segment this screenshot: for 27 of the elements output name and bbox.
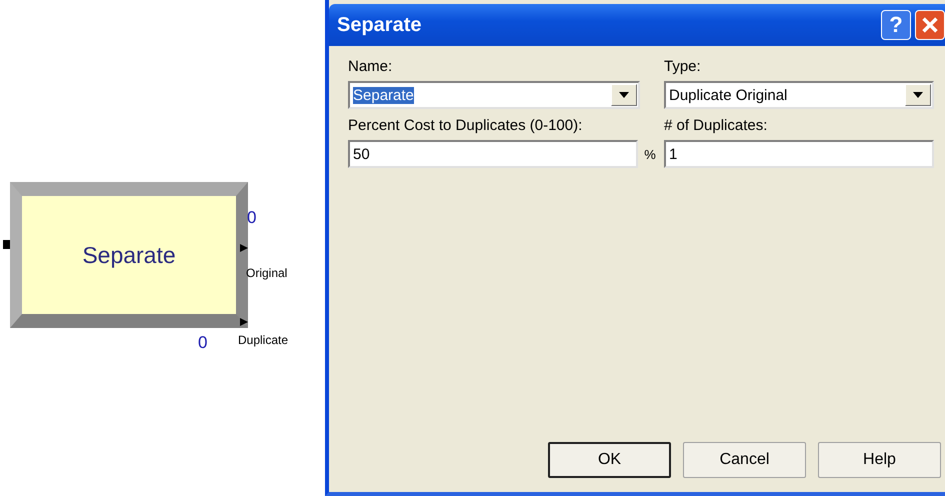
module-name: Separate [82,242,176,268]
field-label: Type: [664,58,702,75]
dropdown-field[interactable]: Duplicate Original [664,81,934,109]
entry-point [3,240,10,249]
unit-label: % [643,146,657,162]
exit-label: Duplicate [238,333,288,347]
exit-label: Original [246,266,288,280]
close-icon [922,17,938,33]
exit-count: 0 [198,333,208,353]
exit-arrow-icon [240,244,248,252]
window-title: Separate [337,14,422,36]
dialog-button[interactable]: OK [548,442,671,478]
exit-arrow-icon [240,318,248,326]
input-field[interactable]: 50 [348,140,638,168]
dialog-button[interactable]: Cancel [683,442,806,478]
dropdown-field[interactable]: Separate [348,81,640,109]
dialog-button[interactable]: Help [818,442,941,478]
exit-count: 0 [247,208,256,228]
input-field[interactable]: 1 [664,140,934,168]
separate-module[interactable]: Separate [10,182,248,328]
close-button[interactable] [915,10,945,40]
field-label: # of Duplicates: [664,117,768,134]
field-label: Name: [348,58,394,75]
caret-icon [913,92,923,98]
field-label: Percent Cost to Duplicates (0-100): [348,117,584,134]
caret-icon [618,92,629,98]
help-button[interactable]: ? [881,10,911,40]
